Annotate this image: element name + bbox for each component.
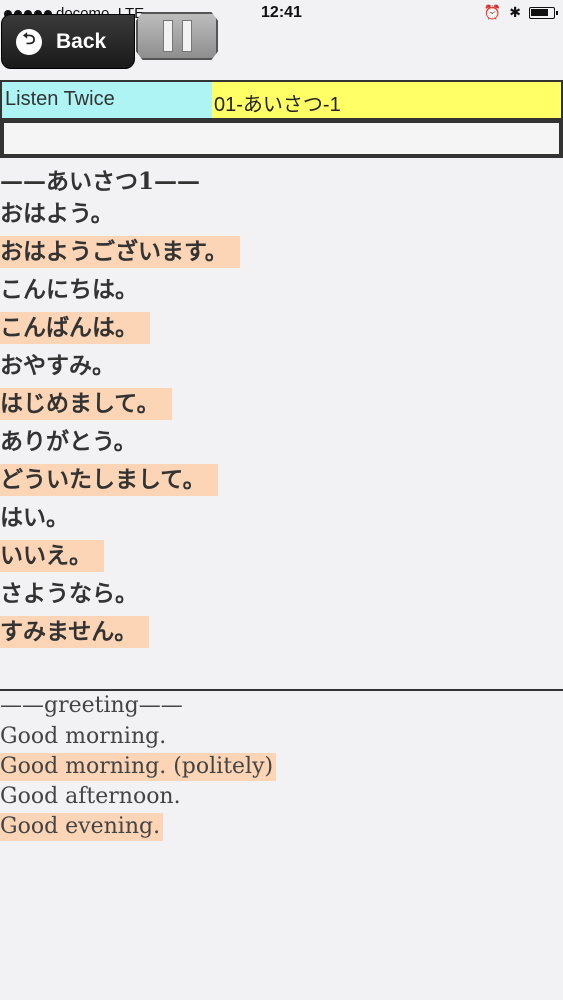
pause-icon: [162, 20, 173, 52]
japanese-list-item[interactable]: いいえ。: [0, 539, 240, 577]
japanese-list-item[interactable]: さようなら。: [0, 577, 240, 615]
back-button-label: Back: [56, 29, 107, 53]
lesson-info-bar: Listen Twice 01-あいさつ-1: [0, 80, 563, 120]
japanese-phrase-text: おやすみ。: [0, 353, 115, 379]
japanese-phrase-text: ありがとう。: [0, 429, 137, 455]
japanese-list-item[interactable]: はい。: [0, 501, 240, 539]
japanese-list-item[interactable]: はじめまして。: [0, 387, 240, 425]
english-phrase-text: Good afternoon.: [0, 784, 181, 809]
japanese-list-item[interactable]: ありがとう。: [0, 425, 240, 463]
japanese-section-title: ——あいさつ1——: [0, 168, 201, 195]
japanese-list-item[interactable]: おはよう。: [0, 197, 240, 235]
english-phrase-text: Good morning.: [0, 724, 167, 749]
lesson-label[interactable]: 01-あいさつ-1: [212, 82, 561, 118]
japanese-phrase-text: すみません。: [0, 616, 150, 648]
english-list-item[interactable]: Good morning. (politely): [0, 753, 277, 783]
section-divider: [0, 689, 563, 691]
english-list-item[interactable]: Good evening.: [0, 813, 276, 843]
japanese-list-item[interactable]: どういたしまして。: [0, 463, 240, 501]
english-phrase-text: Good evening.: [0, 813, 164, 841]
japanese-phrase-text: こんにちは。: [0, 277, 138, 303]
pause-button[interactable]: [136, 12, 218, 60]
english-phrase-list: Good morning. Good morning. (politely) Goo…: [0, 723, 277, 843]
mode-label[interactable]: Listen Twice: [2, 82, 212, 118]
japanese-list-item[interactable]: おやすみ。: [0, 349, 240, 387]
english-phrase-text: Good morning. (politely): [0, 753, 277, 781]
english-list-item[interactable]: Good afternoon.: [0, 783, 276, 813]
japanese-phrase-text: はい。: [0, 505, 69, 531]
japanese-phrase-text: さようなら。: [0, 581, 138, 607]
answer-input[interactable]: [0, 120, 563, 158]
japanese-phrase-text: はじめまして。: [0, 388, 172, 420]
back-button[interactable]: ⮌ Back: [1, 14, 135, 69]
japanese-phrase-text: おはようございます。: [0, 236, 240, 268]
japanese-list-item[interactable]: こんばんは。: [0, 311, 240, 349]
english-list-item[interactable]: Good morning.: [0, 723, 276, 753]
battery-icon: [529, 6, 558, 19]
japanese-list-item[interactable]: すみません。: [0, 615, 240, 653]
japanese-phrase-text: いいえ。: [0, 540, 104, 572]
japanese-list-item[interactable]: おはようございます。: [0, 235, 240, 273]
bluetooth-icon: ✱: [509, 4, 521, 20]
alarm-icon: ⏰: [483, 4, 502, 20]
pause-icon: [181, 20, 192, 52]
english-section-title: ——greeting——: [0, 693, 183, 718]
japanese-phrase-text: どういたしまして。: [0, 464, 218, 496]
japanese-phrase-list: おはよう。おはようございます。こんにちは。こんばんは。おやすみ。はじめまして。あ…: [0, 197, 240, 653]
japanese-phrase-text: おはよう。: [0, 201, 114, 227]
japanese-list-item[interactable]: こんにちは。: [0, 273, 240, 311]
japanese-phrase-text: こんばんは。: [0, 312, 150, 344]
back-arrow-icon: ⮌: [16, 28, 42, 55]
